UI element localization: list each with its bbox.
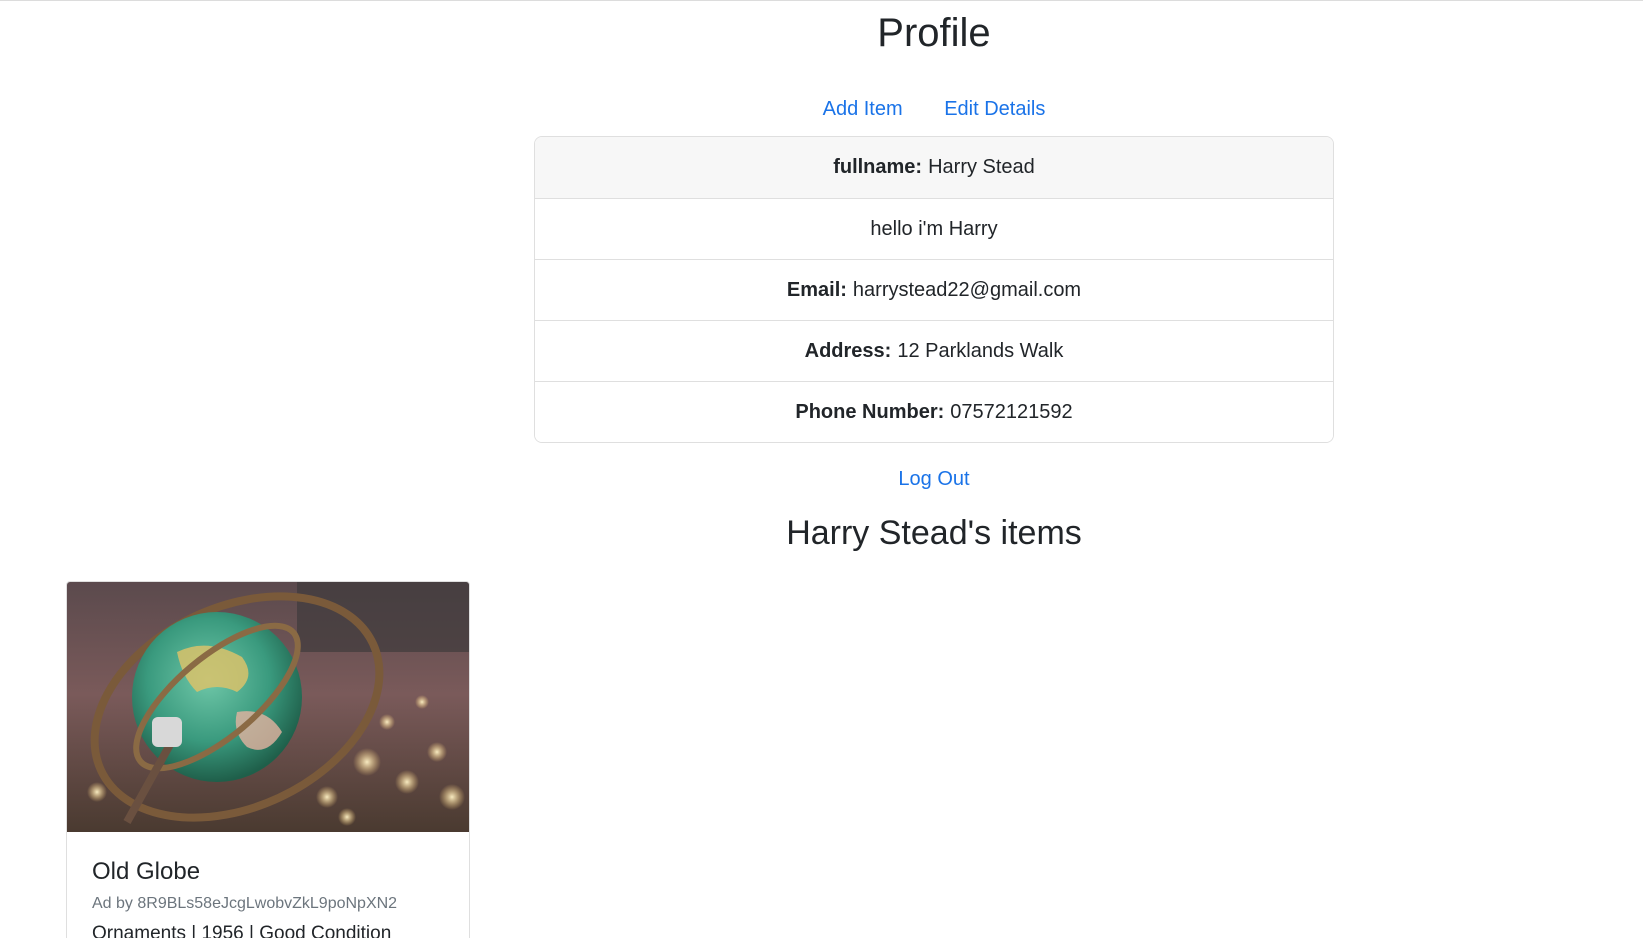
email-value: harrystead22@gmail.com — [852, 278, 1082, 301]
fullname-value: Harry Stead — [928, 156, 1035, 178]
email-label: Email: — [786, 278, 847, 301]
item-ad-by: Ad by 8R9BLs58eJcgLwobvZkL9poNpXN2 — [92, 894, 398, 912]
phone-row: Phone Number: 07572121592 — [535, 381, 1333, 442]
address-value: 12 Parklands Walk — [897, 339, 1064, 362]
fullname-row: fullname: Harry Stead — [535, 137, 1333, 198]
profile-actions: Add Item Edit Details — [0, 97, 1643, 121]
item-description: Ornaments | 1956 | Good Condition — [92, 922, 392, 938]
address-label: Address: — [804, 339, 892, 362]
item-title: Old Globe — [92, 858, 201, 885]
add-item-link[interactable]: Add Item — [823, 98, 903, 120]
bio-row: hello i'm Harry — [535, 198, 1333, 259]
bio-value: hello i'm Harry — [870, 217, 998, 240]
item-image — [67, 582, 469, 832]
log-out-link[interactable]: Log Out — [898, 468, 969, 490]
page: Profile Add Item Edit Details fullname: … — [0, 0, 1643, 938]
item-card[interactable]: Old Globe Ad by 8R9BLs58eJcgLwobvZkL9poN… — [66, 581, 470, 938]
logout-container: Log Out — [0, 467, 1643, 491]
page-title: Profile — [877, 11, 991, 55]
address-row: Address: 12 Parklands Walk — [535, 320, 1333, 381]
phone-value: 07572121592 — [950, 400, 1073, 423]
phone-label: Phone Number: — [795, 400, 945, 423]
fullname-label: fullname: — [833, 156, 923, 178]
item-body: Old Globe Ad by 8R9BLs58eJcgLwobvZkL9poN… — [67, 832, 469, 938]
email-row: Email: harrystead22@gmail.com — [535, 259, 1333, 320]
profile-details-card: fullname: Harry Stead hello i'm Harry Em… — [534, 136, 1334, 443]
edit-details-link[interactable]: Edit Details — [944, 98, 1045, 120]
items-heading: Harry Stead's items — [786, 514, 1082, 552]
